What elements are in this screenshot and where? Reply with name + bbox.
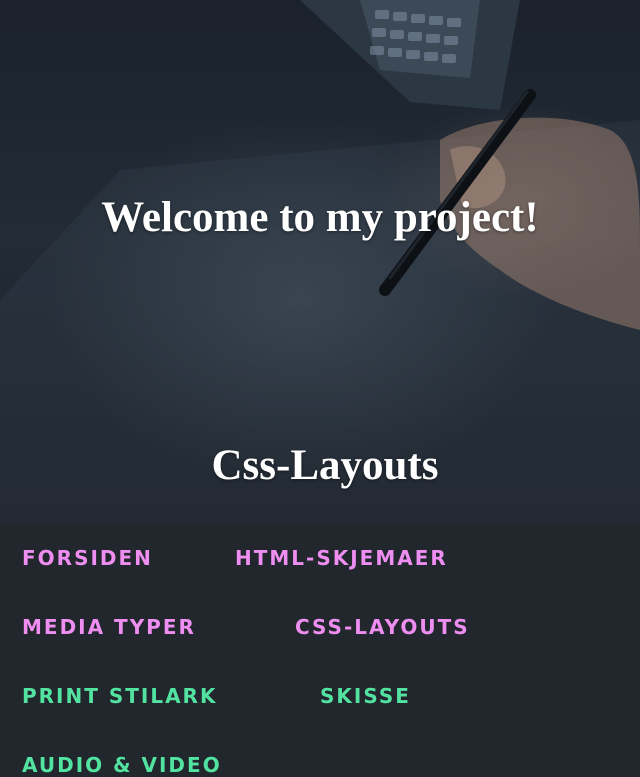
nav-link-css-layouts[interactable]: Css-layouts xyxy=(295,615,470,639)
nav-link-skisse[interactable]: Skisse xyxy=(320,684,411,708)
page-title: Welcome to my project! xyxy=(101,194,539,241)
nav-link-forsiden[interactable]: Forsiden xyxy=(22,546,153,570)
page-subtitle: Css-Layouts xyxy=(211,442,439,489)
main-navigation: Forsiden HTML-skjemaer Media typer Css-l… xyxy=(0,523,640,777)
nav-link-print-stilark[interactable]: Print stilark xyxy=(22,684,217,708)
nav-link-media-typer[interactable]: Media typer xyxy=(22,615,196,639)
nav-link-audio-video[interactable]: Audio & video xyxy=(22,753,222,777)
nav-link-html-skjemaer[interactable]: HTML-skjemaer xyxy=(235,546,448,570)
hero-banner: Welcome to my project! Css-Layouts xyxy=(0,0,640,523)
